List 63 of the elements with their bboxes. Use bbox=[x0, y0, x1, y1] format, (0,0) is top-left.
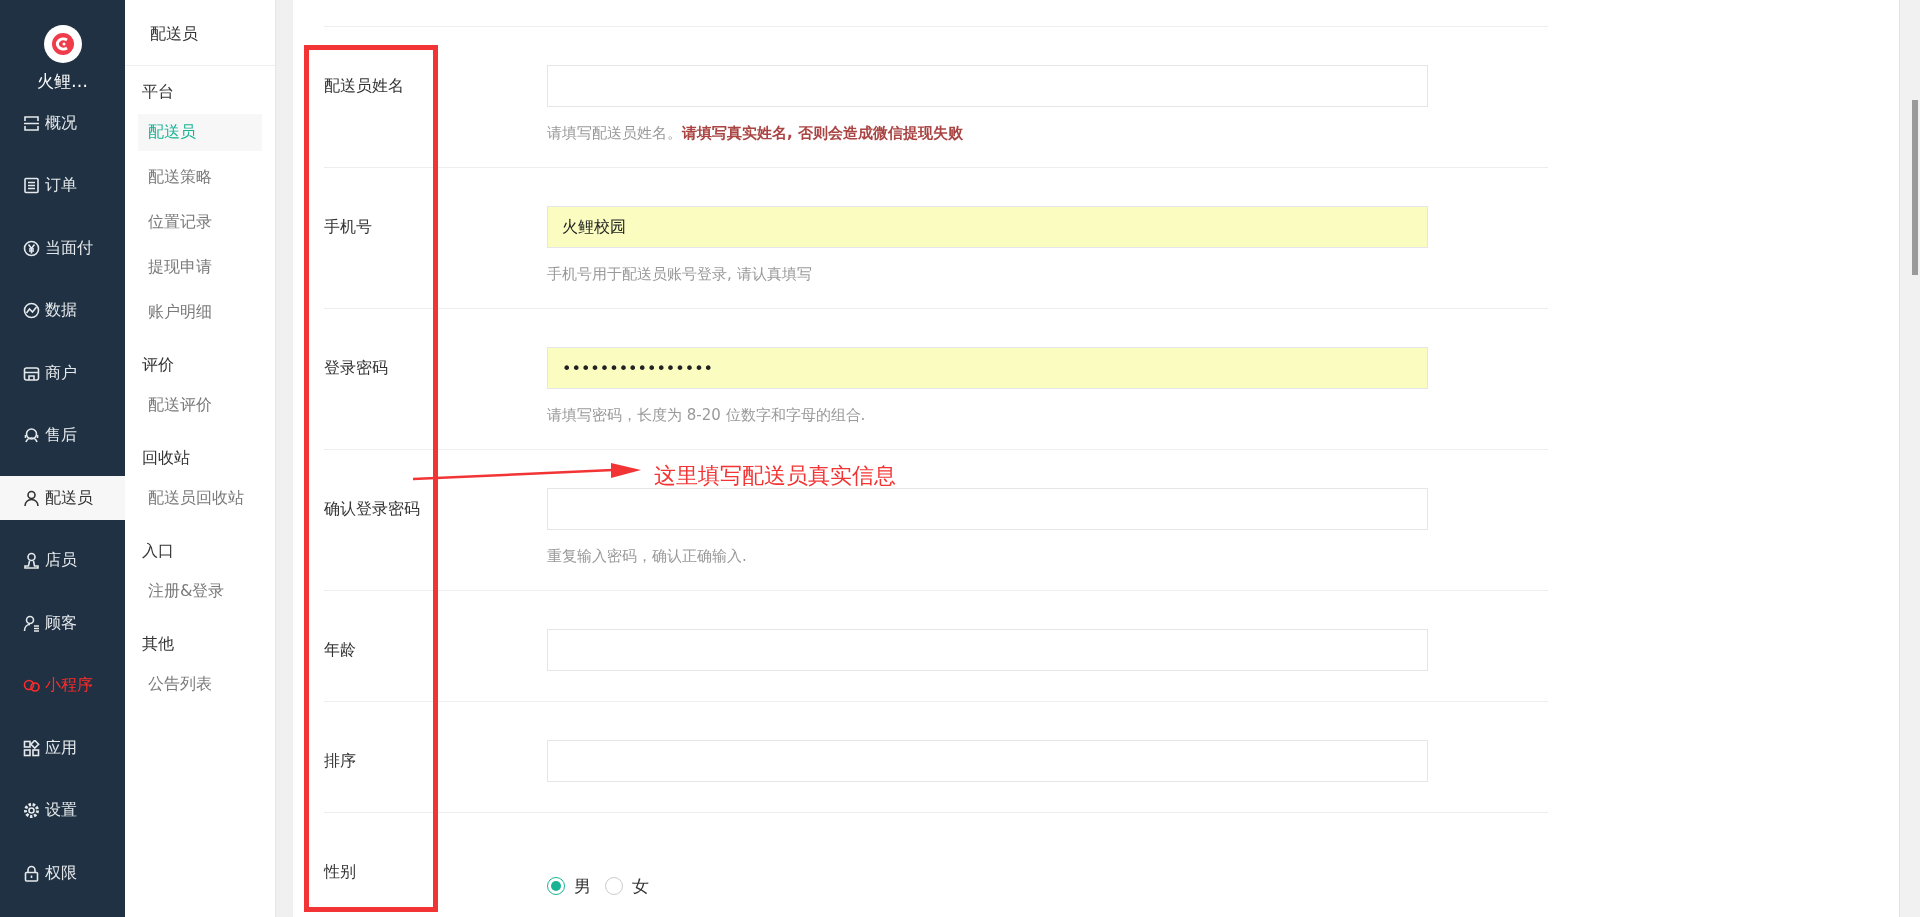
input-field[interactable] bbox=[547, 629, 1428, 671]
help-text: 请填写配送员姓名。请填写真实姓名, 否则会造成微信提现失败 bbox=[547, 124, 964, 143]
submenu-item[interactable]: 注册&登录 bbox=[138, 573, 262, 610]
submenu-group-label: 回收站 bbox=[141, 447, 191, 469]
submenu-item[interactable]: 账户明细 bbox=[138, 294, 262, 331]
nav-item[interactable]: 设置 bbox=[0, 788, 125, 833]
submenu-group-label: 其他 bbox=[141, 633, 175, 655]
field-label: 手机号 bbox=[324, 216, 373, 238]
submenu-group-label: 评价 bbox=[141, 354, 175, 376]
submenu-item[interactable]: 配送员回收站 bbox=[138, 480, 262, 517]
radio-option[interactable]: 女 bbox=[605, 874, 649, 898]
logo-icon bbox=[43, 25, 82, 63]
app-name: 火鲤… bbox=[37, 70, 88, 93]
field-label: 确认登录密码 bbox=[324, 498, 421, 520]
input-field[interactable] bbox=[547, 740, 1428, 782]
yen-icon bbox=[23, 239, 40, 257]
input-field[interactable]: 火鲤校园 bbox=[547, 206, 1428, 248]
submenu-item[interactable]: 提现申请 bbox=[138, 249, 262, 286]
scrollbar-thumb[interactable] bbox=[1912, 100, 1918, 275]
nav-item[interactable]: 订单 bbox=[0, 163, 125, 208]
user-list-icon bbox=[23, 614, 40, 632]
help-text: 手机号用于配送员账号登录, 请认真填写 bbox=[547, 265, 813, 284]
annotation-text: 这里填写配送员真实信息 bbox=[654, 462, 896, 490]
nav-item[interactable]: 商户 bbox=[0, 351, 125, 395]
user-icon bbox=[23, 552, 40, 569]
submenu-title: 配送员 bbox=[125, 0, 275, 66]
field-label: 性别 bbox=[324, 861, 357, 883]
help-text: 重复输入密码，确认正确输入. bbox=[547, 547, 748, 566]
chat-icon bbox=[23, 677, 40, 694]
chart-icon bbox=[23, 302, 40, 319]
nav-item[interactable]: 权限 bbox=[0, 851, 125, 895]
nav-item[interactable]: 售后 bbox=[0, 413, 125, 458]
apps-icon bbox=[23, 739, 40, 757]
submenu-item[interactable]: 配送评价 bbox=[138, 387, 262, 424]
field-label: 排序 bbox=[324, 750, 357, 772]
help-text: 请填写密码，长度为 8-20 位数字和字母的组合. bbox=[547, 406, 867, 425]
input-field[interactable] bbox=[547, 65, 1428, 107]
nav-item[interactable]: 小程序 bbox=[0, 663, 125, 708]
lock-icon bbox=[23, 864, 40, 882]
submenu-item[interactable]: 公告列表 bbox=[138, 666, 262, 703]
grid-icon bbox=[23, 114, 40, 132]
input-field[interactable] bbox=[547, 488, 1428, 530]
nav-item[interactable]: 概况 bbox=[0, 101, 125, 145]
field-label: 年龄 bbox=[324, 639, 357, 661]
nav-item[interactable]: 当面付 bbox=[0, 226, 125, 270]
submenu-group-label: 平台 bbox=[141, 81, 175, 103]
submenu-item[interactable]: 位置记录 bbox=[138, 204, 262, 241]
radio-option[interactable]: 男 bbox=[547, 874, 591, 898]
settings-icon bbox=[23, 802, 40, 819]
nav-item[interactable]: 配送员 bbox=[0, 476, 125, 520]
submenu-group-label: 入口 bbox=[141, 540, 175, 562]
user-icon bbox=[23, 489, 40, 507]
headset-icon bbox=[23, 427, 40, 444]
submenu-item[interactable]: 配送策略 bbox=[138, 159, 262, 196]
nav-item[interactable]: 店员 bbox=[0, 538, 125, 583]
field-label: 登录密码 bbox=[324, 357, 389, 379]
store-icon bbox=[23, 364, 40, 382]
password-field[interactable]: •••••••••••••••• bbox=[547, 347, 1428, 389]
nav-item[interactable]: 应用 bbox=[0, 726, 125, 770]
nav-item[interactable]: 数据 bbox=[0, 288, 125, 333]
field-label: 配送员姓名 bbox=[324, 75, 405, 97]
nav-item[interactable]: 顾客 bbox=[0, 601, 125, 645]
list-icon bbox=[23, 177, 40, 194]
